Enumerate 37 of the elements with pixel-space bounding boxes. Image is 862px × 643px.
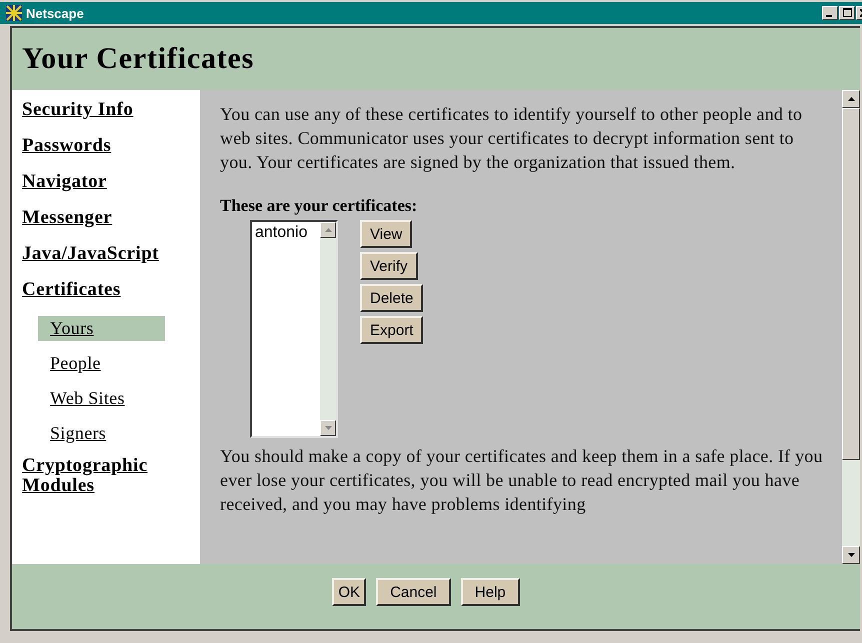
action-button[interactable]: View [360,220,412,248]
sidebar-link[interactable]: Passwords [22,136,172,156]
sidebar-link[interactable]: Messenger [22,208,172,228]
maximize-button[interactable] [839,6,855,20]
sidebar-link[interactable]: Java/JavaScript [22,244,172,264]
dialog-button[interactable]: Help [460,578,520,606]
dialog-button[interactable]: OK [332,578,366,606]
sidebar-link[interactable]: Navigator [22,172,172,192]
down-arrow-icon [848,553,854,557]
up-arrow-icon [848,97,854,101]
dialog-button[interactable]: Cancel [376,578,451,606]
scroll-down-button[interactable] [320,420,336,436]
intro-text: You can use any of these certificates to identify yourself to other people and to web sites. Communicator uses your certificates to decrypt information sent to you. Your certificates are signed by the organization that issued them. [220,103,804,174]
sidebar-link[interactable]: People [38,351,165,376]
action-button[interactable]: Delete [360,284,424,312]
action-button[interactable]: Export [360,316,424,344]
scroll-up-button[interactable] [320,222,336,238]
page-heading: Your Certificates [22,42,254,76]
section-heading: These are your certificates: [220,196,418,216]
sidebar-link[interactable]: Yours [38,316,165,341]
backup-note: You should make a copy of your certificates and keep them in a safe place. If you ever lose your certificates, you will be unable to read encrypted mail you have received, and you may have problems identifying [220,445,824,516]
sidebar-link[interactable]: Security Info [22,100,172,120]
up-arrow-icon [324,228,332,232]
sidebar-link[interactable]: Certificates [22,280,172,300]
scroll-up-button[interactable] [842,90,860,108]
sidebar-link[interactable]: Web Sites [38,386,165,411]
certificate-list[interactable]: antonio [250,220,338,438]
minimize-button[interactable] [822,6,838,20]
window-title: Netscape [26,6,85,20]
down-arrow-icon [324,426,332,430]
sidebar-link[interactable]: Signers [38,421,165,446]
maximize-icon [842,8,852,17]
action-button[interactable]: Verify [360,252,418,280]
app-icon [6,5,22,21]
certificate-item[interactable]: antonio [252,222,320,242]
sidebar-link[interactable]: Cryptographic Modules [22,456,172,496]
scroll-down-button[interactable] [842,546,860,564]
